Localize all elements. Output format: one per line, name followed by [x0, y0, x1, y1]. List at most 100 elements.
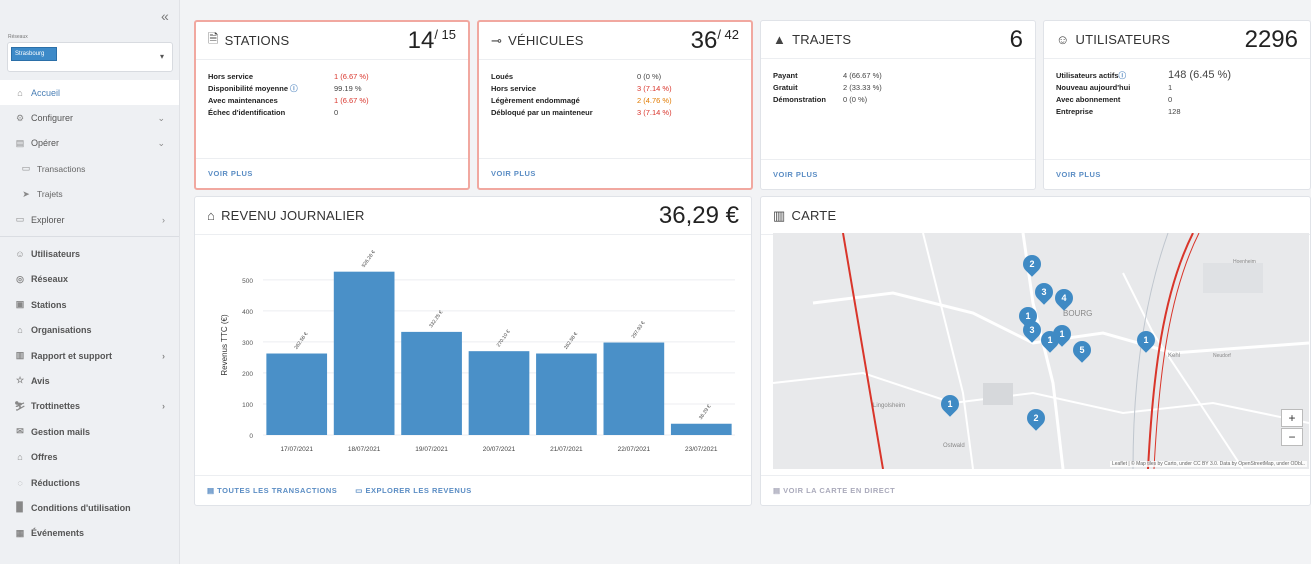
map-block: [1203, 263, 1263, 293]
card-title-text: UTILISATEURS: [1075, 32, 1171, 47]
marker-count: 3: [1041, 287, 1047, 297]
sidebar-item-label: Rapport et support: [31, 350, 112, 361]
stations-total: / 15: [434, 27, 456, 42]
y-tick-label: 200: [242, 371, 253, 378]
sidebar-item-offres[interactable]: ⌂ Offres: [0, 444, 179, 469]
x-tick-label: 23/07/2021: [685, 446, 718, 453]
revenu-footer: ▤ TOUTES LES TRANSACTIONS ▭ EXPLORER LES…: [195, 475, 751, 505]
revenu-card: ⌂ REVENU JOURNALIER 36,29 € 0 100 200 300 400…: [194, 196, 752, 506]
stat-value: 128: [1168, 106, 1181, 116]
info-icon[interactable]: ⓘ: [290, 84, 298, 93]
network-select[interactable]: Strasbourg ▾: [7, 42, 173, 72]
sidebar-item-stations[interactable]: ▣ Stations: [0, 292, 179, 317]
stat-key-text: Utilisateurs actifs: [1056, 70, 1119, 80]
card-header: ⊸ VÉHICULES 36/ 42: [479, 22, 751, 60]
sidebar-item-label: Stations: [31, 299, 67, 310]
marker-count: 3: [1029, 325, 1035, 335]
stations-card: 🗎 STATIONS 14/ 15 Hors service 1 (6.67 %) …: [194, 20, 470, 190]
stat-row: Démonstration 0 (0 %): [773, 93, 1023, 105]
sidebar-item-avis[interactable]: ☆ Avis: [0, 368, 179, 393]
document-icon: ▉: [16, 502, 24, 513]
sidebar-item-label: Organisations: [31, 325, 92, 336]
chevron-down-icon: ▾: [159, 52, 164, 61]
sidebar-divider: [0, 236, 179, 238]
scooter-icon: ⊸: [491, 32, 503, 48]
utilisateurs-value: 2296: [1244, 26, 1298, 53]
stat-value: 0: [1168, 94, 1173, 104]
map-marker-pin-icon[interactable]: 4: [1051, 285, 1077, 311]
sidebar-item-reseaux[interactable]: ◎ Réseaux: [0, 267, 179, 292]
chevron-right-icon: ›: [162, 401, 165, 412]
link-label: VOIR LA CARTE EN DIRECT: [783, 486, 896, 495]
card-header: ☺ UTILISATEURS 2296: [1044, 21, 1310, 59]
vehicules-value: 36: [690, 27, 718, 54]
y-tick-label: 500: [242, 278, 253, 285]
voir-carte-link[interactable]: ▤ VOIR LA CARTE EN DIRECT: [761, 475, 1310, 505]
stat-row: Entreprise 128: [1056, 105, 1298, 117]
voir-plus-link[interactable]: VOIR PLUS: [479, 158, 751, 188]
stat-row: Avec abonnement 0: [1056, 93, 1298, 105]
org-icon: ⌂: [17, 325, 23, 336]
sidebar: « Réseaux Strasbourg ▾ ⌂ Accueil ⚙ Configu…: [0, 0, 180, 564]
collapse-sidebar-icon[interactable]: «: [161, 8, 169, 24]
sidebar-item-trottinettes[interactable]: ⛷ Trottinettes ›: [0, 394, 179, 419]
sidebar-item-label: Configurer: [31, 113, 74, 124]
stat-row: Avec maintenances 1 (6.67 %): [208, 94, 456, 106]
stat-key: Démonstration: [773, 94, 826, 104]
vehicules-total: / 42: [717, 27, 739, 42]
y-tick-label: 100: [242, 402, 253, 409]
sidebar-item-utilisateurs[interactable]: ☺ Utilisateurs: [0, 241, 179, 266]
gear-icon: ⚙: [15, 112, 25, 123]
card-title-text: VÉHICULES: [508, 33, 584, 48]
sidebar-item-explorer[interactable]: ▭ Explorer ›: [0, 207, 179, 232]
map-marker-pin-icon[interactable]: 1: [937, 391, 963, 417]
voir-plus-link[interactable]: VOIR PLUS: [1044, 159, 1310, 189]
stat-key: Utilisateurs actifsⓘ: [1056, 70, 1168, 81]
link-label: EXPLORER LES REVENUS: [365, 486, 472, 495]
info-icon[interactable]: ⓘ: [1119, 71, 1127, 80]
map-marker-pin-icon[interactable]: 5: [1069, 337, 1095, 363]
sidebar-item-rapport[interactable]: ▥ Rapport et support ›: [0, 343, 179, 368]
sidebar-item-organisations[interactable]: ⌂ Organisations: [0, 318, 179, 343]
sidebar-item-operer[interactable]: ▤ Opérer ⌄: [0, 131, 179, 156]
network-chip: Strasbourg: [11, 47, 57, 61]
stat-key: Entreprise: [1056, 106, 1094, 116]
marker-count: 1: [1047, 335, 1053, 345]
sidebar-item-reductions[interactable]: ◌ Réductions: [0, 470, 179, 495]
bar: [468, 351, 530, 435]
sidebar-item-evenements[interactable]: ▦ Événements: [0, 521, 179, 546]
map-label: Hoenheim: [1233, 259, 1256, 265]
road-icon: ▲: [773, 32, 787, 47]
discount-icon: ◌: [17, 477, 23, 488]
sidebar-item-label: Avis: [31, 375, 50, 386]
voir-plus-link[interactable]: VOIR PLUS: [196, 158, 468, 188]
sidebar-item-label: Utilisateurs: [31, 249, 81, 260]
map-marker-pin-icon[interactable]: 1: [1133, 327, 1159, 353]
map-label: Lingolsheim: [873, 403, 906, 409]
card-title: ☺ UTILISATEURS: [1056, 32, 1170, 47]
stat-key: Débloqué par un mainteneur: [491, 107, 593, 117]
zoom-in-button[interactable]: +: [1281, 409, 1303, 427]
map-marker-pin-icon[interactable]: 3: [1031, 279, 1057, 305]
sidebar-item-accueil[interactable]: ⌂ Accueil: [0, 80, 179, 106]
explorer-revenus-link[interactable]: ▭ EXPLORER LES REVENUS: [355, 486, 471, 495]
map-label: Neudorf: [1213, 353, 1231, 359]
map-marker-pin-icon[interactable]: 1: [1037, 327, 1063, 353]
voir-plus-link[interactable]: VOIR PLUS: [761, 159, 1035, 189]
map-view[interactable]: Lingolsheim Ostwald Kehl BOURG Hoenheim …: [773, 233, 1309, 469]
toutes-transactions-link[interactable]: ▤ TOUTES LES TRANSACTIONS: [207, 486, 337, 495]
stat-key-text: Disponibilité moyenne: [208, 83, 289, 93]
stat-value: 3 (7.14 %): [637, 107, 672, 117]
zoom-out-button[interactable]: −: [1281, 428, 1303, 446]
stat-key: Loués: [491, 71, 514, 81]
x-tick-label: 21/07/2021: [550, 446, 583, 453]
sidebar-item-trajets[interactable]: ➤ Trajets: [0, 182, 179, 207]
sidebar-item-configurer[interactable]: ⚙ Configurer ⌄: [0, 105, 179, 130]
stat-row: Gratuit 2 (33.33 %): [773, 81, 1023, 93]
map-marker-pin-icon[interactable]: 2: [1023, 405, 1049, 431]
map-marker-pin-icon[interactable]: 2: [1019, 251, 1045, 277]
sidebar-item-gestion-mails[interactable]: ✉ Gestion mails: [0, 419, 179, 444]
sidebar-item-transactions[interactable]: ▭ Transactions: [0, 156, 179, 181]
bar: [603, 342, 665, 435]
sidebar-item-conditions[interactable]: ▉ Conditions d'utilisation: [0, 495, 179, 520]
